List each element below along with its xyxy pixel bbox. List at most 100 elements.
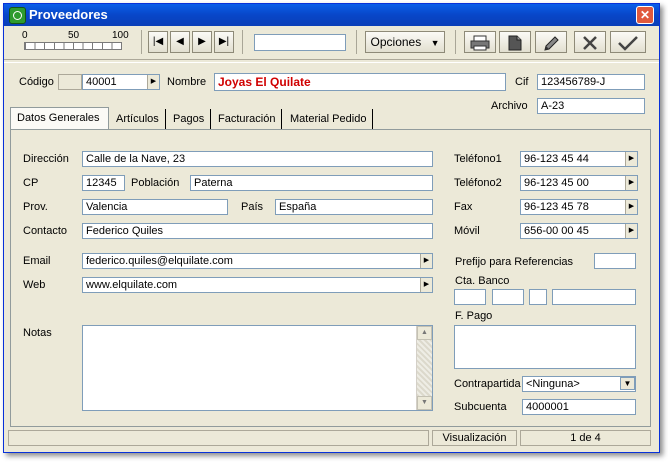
- web-open-button[interactable]: [420, 278, 432, 292]
- print-button[interactable]: [464, 31, 496, 53]
- subcuenta-label: Subcuenta: [454, 401, 507, 413]
- contrapartida-select[interactable]: <Ninguna> ▼: [522, 376, 636, 392]
- contrapartida-value: <Ninguna>: [526, 378, 580, 390]
- cta-banco-cuenta-field[interactable]: [552, 289, 636, 305]
- zoom-label-50: 50: [68, 30, 80, 41]
- codigo-prefix-button[interactable]: [58, 74, 82, 90]
- zoom-label-100: 100: [112, 30, 129, 41]
- prefijo-field[interactable]: [594, 253, 636, 269]
- web-label: Web: [23, 279, 46, 291]
- telefono2-field[interactable]: 96-123 45 00: [520, 175, 638, 191]
- proveedores-window: Proveedores ✕ 0 50 100 |◀ ◀ ▶ ▶| Opcione…: [3, 3, 660, 453]
- notas-scrollbar[interactable]: ▲ ▼: [416, 326, 432, 410]
- contrapartida-label: Contrapartida: [454, 378, 521, 390]
- toolbar-separator: [455, 30, 456, 54]
- telefono1-dial-button[interactable]: [625, 152, 637, 166]
- delete-button[interactable]: [574, 31, 606, 53]
- cta-banco-label: Cta. Banco: [455, 275, 510, 287]
- app-icon: [9, 7, 26, 24]
- email-field[interactable]: federico.quiles@elquilate.com: [82, 253, 433, 269]
- tab-material-pedido[interactable]: Material Pedido: [284, 109, 374, 129]
- email-label: Email: [23, 255, 51, 267]
- edit-button[interactable]: [535, 31, 567, 53]
- movil-value: 656-00 00 45: [524, 225, 589, 237]
- codigo-value: 40001: [86, 76, 117, 88]
- status-message: [8, 430, 429, 446]
- email-open-button[interactable]: [420, 254, 432, 268]
- cta-banco-entidad-field[interactable]: [454, 289, 486, 305]
- notas-textarea[interactable]: ▲ ▼: [82, 325, 433, 411]
- accept-button[interactable]: [610, 31, 646, 53]
- web-value: www.elquilate.com: [86, 279, 178, 291]
- telefono2-dial-button[interactable]: [625, 176, 637, 190]
- web-field[interactable]: www.elquilate.com: [82, 277, 433, 293]
- pais-field[interactable]: España: [275, 199, 433, 215]
- codigo-lookup-button[interactable]: [147, 75, 159, 89]
- window-title: Proveedores: [29, 7, 108, 22]
- movil-field[interactable]: 656-00 00 45: [520, 223, 638, 239]
- poblacion-label: Población: [131, 177, 180, 189]
- telefono2-value: 96-123 45 00: [524, 177, 589, 189]
- poblacion-field[interactable]: Paterna: [190, 175, 433, 191]
- close-button[interactable]: ✕: [636, 6, 654, 24]
- cp-label: CP: [23, 177, 39, 189]
- chevron-down-icon[interactable]: ▼: [620, 377, 635, 390]
- tab-datos-generales[interactable]: Datos Generales: [10, 107, 109, 130]
- search-input[interactable]: [254, 34, 346, 51]
- toolbar-separator: [356, 30, 357, 54]
- pencil-icon: [544, 36, 559, 51]
- contacto-label: Contacto: [23, 225, 68, 237]
- prov-label: Prov.: [23, 201, 48, 213]
- cp-field[interactable]: 12345: [82, 175, 125, 191]
- status-mode: Visualización: [432, 430, 517, 446]
- email-value: federico.quiles@elquilate.com: [86, 255, 233, 267]
- opciones-dropdown[interactable]: Opciones ▼: [365, 31, 445, 53]
- previous-record-button[interactable]: ◀: [170, 31, 190, 53]
- prov-field[interactable]: Valencia: [82, 199, 228, 215]
- codigo-field[interactable]: 40001: [82, 74, 160, 90]
- chevron-down-icon: ▼: [430, 38, 440, 48]
- fpago-field[interactable]: [454, 325, 636, 369]
- archivo-field[interactable]: A-23: [537, 98, 645, 114]
- contacto-field[interactable]: Federico Quiles: [82, 223, 433, 239]
- pais-label: País: [241, 201, 264, 213]
- toolbar-divider: [4, 59, 659, 63]
- fax-field[interactable]: 96-123 45 78: [520, 199, 638, 215]
- document-icon: [508, 35, 522, 51]
- tab-articulos[interactable]: Artículos: [110, 109, 166, 129]
- printer-icon: [470, 35, 490, 51]
- movil-label: Móvil: [454, 225, 480, 237]
- title-bar[interactable]: Proveedores ✕: [4, 4, 659, 26]
- zoom-track[interactable]: [24, 42, 122, 50]
- telefono1-value: 96-123 45 44: [524, 153, 589, 165]
- movil-dial-button[interactable]: [625, 224, 637, 238]
- new-record-button[interactable]: [499, 31, 531, 53]
- status-bar: Visualización 1 de 4: [4, 430, 659, 448]
- subcuenta-field[interactable]: 4000001: [522, 399, 636, 415]
- telefono1-field[interactable]: 96-123 45 44: [520, 151, 638, 167]
- last-record-button[interactable]: ▶|: [214, 31, 234, 53]
- fax-value: 96-123 45 78: [524, 201, 589, 213]
- cif-label: Cif: [515, 76, 529, 88]
- opciones-label: Opciones: [370, 35, 422, 49]
- scroll-down-button[interactable]: ▼: [417, 396, 432, 410]
- zoom-label-0: 0: [22, 30, 28, 41]
- fax-dial-button[interactable]: [625, 200, 637, 214]
- cta-banco-dc-field[interactable]: [529, 289, 547, 305]
- fax-label: Fax: [454, 201, 473, 213]
- first-record-button[interactable]: |◀: [148, 31, 168, 53]
- toolbar-separator: [242, 30, 243, 54]
- prefijo-label: Prefijo para Referencias: [455, 256, 574, 268]
- cta-banco-oficina-field[interactable]: [492, 289, 524, 305]
- telefono2-label: Teléfono2: [454, 177, 502, 189]
- next-record-button[interactable]: ▶: [192, 31, 212, 53]
- cif-field[interactable]: 123456789-J: [537, 74, 645, 90]
- nombre-label: Nombre: [167, 76, 207, 88]
- scroll-up-button[interactable]: ▲: [417, 326, 432, 340]
- direccion-field[interactable]: Calle de la Nave, 23: [82, 151, 433, 167]
- checkmark-icon: [618, 36, 638, 51]
- tab-pagos[interactable]: Pagos: [167, 109, 212, 129]
- zoom-slider[interactable]: 0 50 100: [20, 30, 132, 54]
- nombre-field[interactable]: Joyas El Quilate: [214, 73, 506, 91]
- tab-facturacion[interactable]: Facturación: [212, 109, 283, 129]
